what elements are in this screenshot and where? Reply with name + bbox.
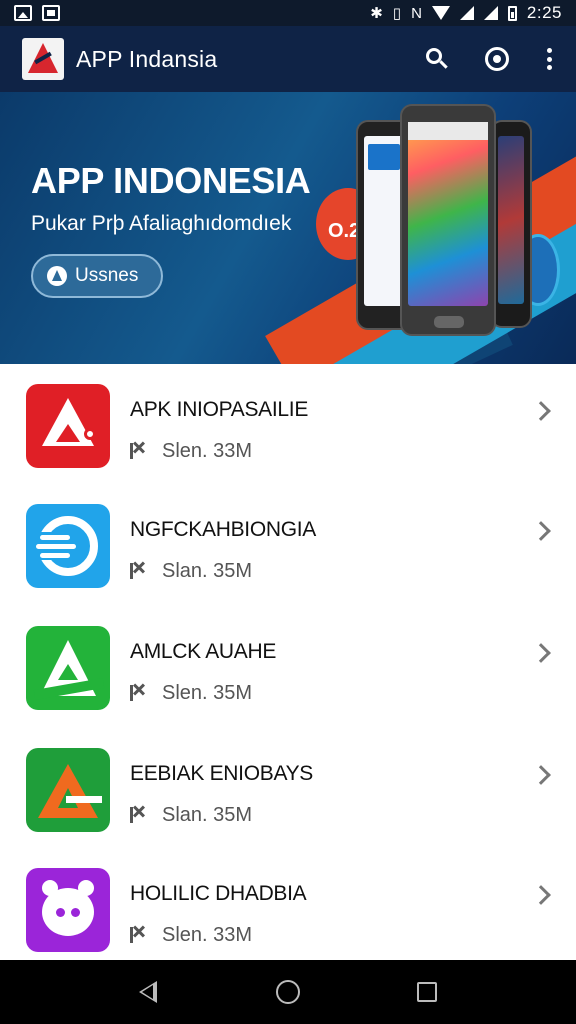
overflow-menu-icon (546, 56, 552, 62)
list-item[interactable]: AMLCK AUAHE Slen. 35M (0, 610, 576, 730)
status-time: 2:25 (526, 3, 562, 22)
banner-button-label: Ussnes (75, 265, 139, 286)
record-icon-dot (493, 55, 501, 63)
signal-icon (483, 6, 498, 20)
promo-banner[interactable]: APP INDONESIA Pukar Prþ Afaliaghıdomdıek… (0, 92, 576, 364)
app-actions (424, 46, 554, 72)
blue-dash-app-icon (26, 504, 110, 588)
chevron-right-icon (531, 765, 551, 785)
list-item[interactable]: HOLILIC DHADBIA Slen. 33M (0, 852, 576, 972)
navigation-bar (0, 960, 576, 1024)
app-size: Slen. 33M (162, 440, 253, 462)
overflow-menu-button[interactable] (544, 48, 554, 70)
image-notification-icon (14, 5, 32, 21)
banner-title: APP INDONESIA (31, 160, 311, 201)
app-meta: Slen. 35M (130, 682, 252, 705)
search-button[interactable] (424, 46, 450, 72)
size-icon (130, 806, 152, 825)
list-item[interactable]: APK INIOPASAILIE Slen. 33M (0, 368, 576, 488)
app-size: Slan. 35M (162, 804, 253, 826)
android-icon (47, 266, 67, 286)
phone-image (490, 120, 532, 328)
chevron-right-icon (531, 643, 551, 663)
nfc-icon: N (411, 4, 422, 22)
app-name: APK INIOPASAILIE (130, 398, 309, 421)
size-icon (130, 562, 152, 581)
app-size: Slen. 35M (162, 682, 253, 704)
app-meta: Slen. 33M (130, 440, 252, 463)
app-size: Slen. 33M (162, 924, 253, 946)
app-name: EEBIAK ENIOBAYS (130, 762, 314, 785)
back-button[interactable] (129, 972, 169, 1012)
app-bar: APP Indansia (0, 26, 576, 92)
size-icon (130, 926, 152, 945)
green-a-app-icon (26, 626, 110, 710)
overflow-menu-icon (546, 48, 552, 53)
banner-button[interactable]: Ussnes (31, 254, 163, 298)
orange-a-app-icon (26, 748, 110, 832)
chevron-right-icon (531, 885, 551, 905)
app-logo-icon (22, 38, 64, 80)
status-bar: ✱ ▯ N 2:25 (0, 0, 576, 26)
app-meta: Slan. 35M (130, 560, 252, 583)
phone-image (400, 104, 496, 336)
recents-icon (416, 982, 437, 1002)
status-right: ✱ ▯ N 2:25 (370, 3, 562, 23)
wifi-icon (431, 6, 450, 20)
list-item[interactable]: EEBIAK ENIOBAYS Slan. 35M (0, 732, 576, 852)
status-left (14, 5, 60, 21)
chevron-right-icon (531, 401, 551, 421)
back-icon (139, 981, 158, 1003)
size-icon (130, 442, 152, 461)
purple-face-app-icon (26, 868, 110, 952)
size-icon (130, 684, 152, 703)
app-meta: Slen. 33M (130, 924, 252, 947)
red-a-app-icon (26, 384, 110, 468)
search-icon-handle (439, 60, 448, 69)
recents-button[interactable] (407, 972, 447, 1012)
signal-icon (459, 6, 474, 20)
home-icon (275, 980, 300, 1004)
list-item[interactable]: NGFCKAHBIONGIA Slan. 35M (0, 488, 576, 608)
bluetooth-icon: ✱ (370, 4, 383, 22)
record-button[interactable] (484, 46, 510, 72)
chevron-right-icon (531, 521, 551, 541)
app-name: NGFCKAHBIONGIA (130, 518, 316, 541)
app-size: Slan. 35M (162, 560, 253, 582)
banner-subtitle: Pukar Prþ Afaliaghıdomdıek (31, 212, 292, 235)
overflow-menu-icon (546, 65, 552, 70)
app-name: AMLCK AUAHE (130, 640, 277, 663)
picture-notification-icon (42, 5, 60, 21)
home-button[interactable] (268, 972, 308, 1012)
app-name: HOLILIC DHADBIA (130, 882, 307, 905)
app-title: APP Indansia (76, 45, 218, 72)
app-meta: Slan. 35M (130, 804, 252, 827)
battery-icon (507, 5, 517, 21)
vibrate-icon: ▯ (392, 4, 402, 22)
